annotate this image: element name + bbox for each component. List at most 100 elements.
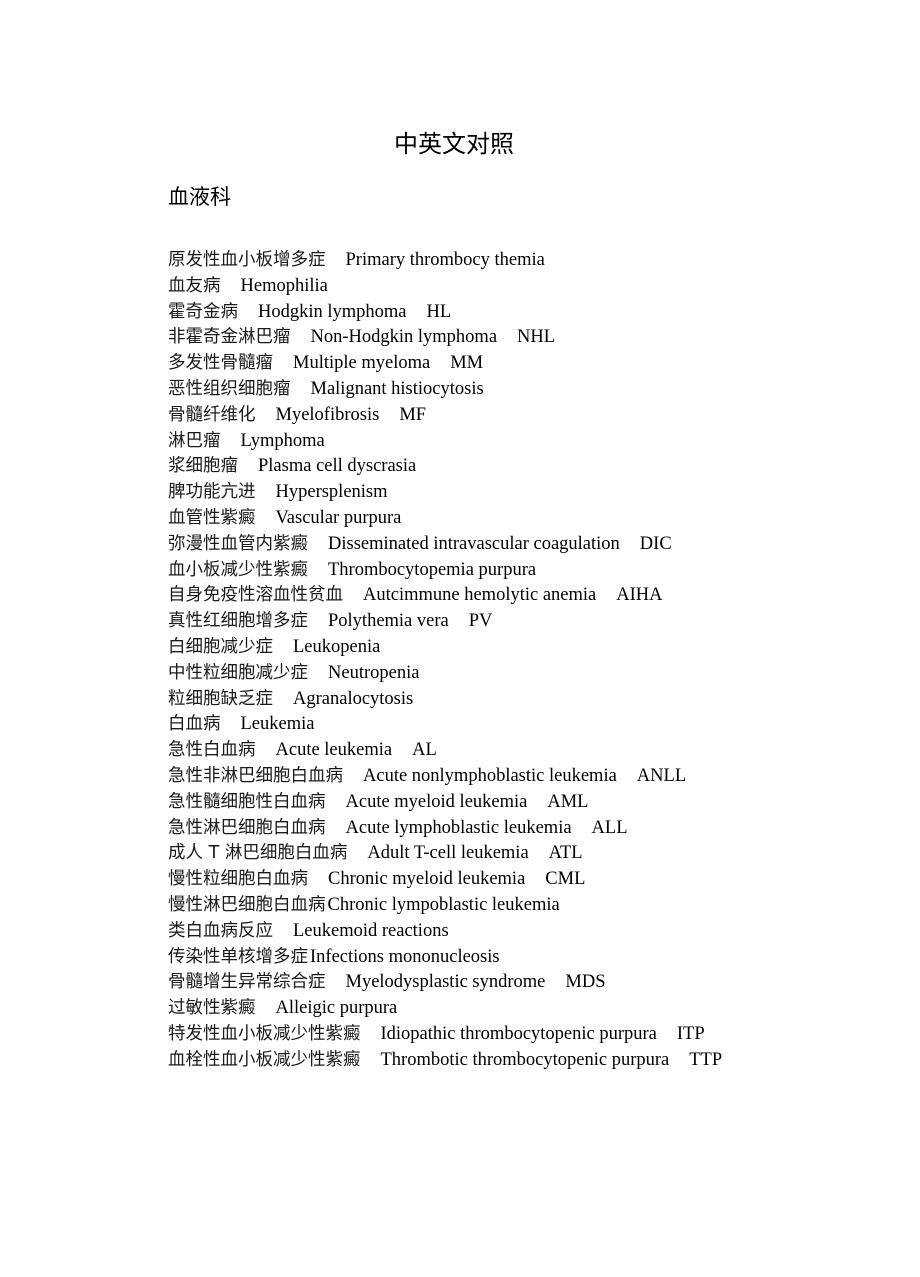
term-chinese: 非霍奇金淋巴瘤: [168, 327, 291, 348]
term-chinese: 血小板减少性紫癜: [168, 559, 308, 580]
term-english: Myelofibrosis: [275, 404, 380, 425]
term-english: Lymphoma: [240, 430, 325, 451]
term-entry: 原发性血小板增多症 Primary thrombocy themia: [168, 248, 722, 274]
term-english: Leukemoid reactions: [293, 920, 449, 941]
term-chinese: 浆细胞瘤: [168, 456, 238, 477]
term-entry: 自身免疫性溶血性贫血 Autcimmune hemolytic anemia AIH…: [168, 583, 722, 609]
term-chinese: 急性非淋巴细胞白血病: [168, 765, 343, 786]
term-chinese: 淋巴瘤: [168, 430, 221, 451]
term-entry: 恶性组织细胞瘤 Malignant histiocytosis: [168, 377, 722, 403]
term-english: Adult T-cell leukemia: [367, 843, 529, 864]
term-entry: 血友病 Hemophilia: [168, 274, 722, 300]
term-chinese: 血友病: [168, 275, 221, 296]
term-abbreviation: ALL: [591, 817, 628, 838]
term-english: Infections mononucleosis: [310, 946, 500, 967]
term-abbreviation: HL: [426, 301, 452, 322]
term-list: 原发性血小板增多症 Primary thrombocy themia 血友病 Hemo…: [168, 248, 722, 1074]
term-abbreviation: AIHA: [616, 585, 663, 606]
term-chinese: 急性淋巴细胞白血病: [168, 817, 326, 838]
term-abbreviation: CML: [545, 869, 586, 890]
term-entry: 慢性淋巴细胞白血病 Chronic lympoblastic leukemia: [168, 893, 722, 919]
term-english: Chronic lympoblastic leukemia: [327, 894, 560, 915]
term-english: Hemophilia: [240, 275, 328, 296]
term-english: Acute nonlymphoblastic leukemia: [363, 765, 617, 786]
term-english: Idiopathic thrombocytopenic purpura: [380, 1023, 657, 1044]
term-chinese: 骨髓纤维化: [168, 404, 256, 425]
term-english: Vascular purpura: [275, 507, 402, 528]
term-english: Chronic myeloid leukemia: [328, 869, 526, 890]
term-chinese: 霍奇金病: [168, 301, 238, 322]
term-english: Non-Hodgkin lymphoma: [310, 327, 498, 348]
term-english: Myelodysplastic syndrome: [345, 972, 546, 993]
term-abbreviation: NHL: [517, 327, 556, 348]
term-abbreviation: ITP: [676, 1023, 705, 1044]
term-english: Plasma cell dyscrasia: [258, 456, 417, 477]
term-entry: 多发性骨髓瘤 Multiple myeloma MM: [168, 351, 722, 377]
term-entry: 急性非淋巴细胞白血病 Acute nonlymphoblastic leukemi…: [168, 764, 722, 790]
term-english: Disseminated intravascular coagulation: [328, 533, 620, 554]
term-entry: 真性红细胞增多症 Polythemia vera PV: [168, 609, 722, 635]
term-abbreviation: MM: [450, 353, 484, 374]
term-english: Polythemia vera: [328, 611, 449, 632]
term-chinese: 成人 T 淋巴细胞白血病: [168, 843, 348, 864]
term-english: Thrombocytopemia purpura: [328, 559, 537, 580]
term-chinese: 血管性紫癜: [168, 507, 256, 528]
term-english: Thrombotic thrombocytopenic purpura: [380, 1049, 670, 1070]
term-chinese: 传染性单核增多症: [168, 946, 308, 967]
term-english: Acute leukemia: [275, 740, 393, 761]
term-entry: 慢性粒细胞白血病 Chronic myeloid leukemia CML: [168, 867, 722, 893]
term-english: Agranalocytosis: [293, 688, 414, 709]
term-entry: 骨髓纤维化 Myelofibrosis MF: [168, 403, 722, 429]
term-entry: 传染性单核增多症 Infections mononucleosis: [168, 945, 722, 971]
term-entry: 中性粒细胞减少症 Neutropenia: [168, 661, 722, 687]
term-abbreviation: AML: [547, 791, 589, 812]
term-chinese: 血栓性血小板减少性紫癜: [168, 1049, 361, 1070]
term-abbreviation: AL: [412, 740, 437, 761]
term-entry: 白细胞减少症 Leukopenia: [168, 635, 722, 661]
term-entry: 急性髓细胞性白血病 Acute myeloid leukemia AML: [168, 790, 722, 816]
term-entry: 弥漫性血管内紫癜 Disseminated intravascular coagu…: [168, 532, 722, 558]
term-chinese: 慢性粒细胞白血病: [168, 869, 308, 890]
term-chinese: 骨髓增生异常综合症: [168, 972, 326, 993]
term-entry: 血小板减少性紫癜 Thrombocytopemia purpura: [168, 558, 722, 584]
term-entry: 类白血病反应 Leukemoid reactions: [168, 919, 722, 945]
term-chinese: 多发性骨髓瘤: [168, 353, 273, 374]
term-abbreviation: DIC: [639, 533, 672, 554]
term-chinese: 原发性血小板增多症: [168, 250, 326, 270]
term-abbreviation: MF: [399, 404, 427, 425]
term-english: Leukopenia: [293, 636, 381, 657]
term-entry: 非霍奇金淋巴瘤 Non-Hodgkin lymphoma NHL: [168, 325, 722, 351]
term-english: Acute myeloid leukemia: [345, 791, 528, 812]
term-abbreviation: ATL: [548, 843, 583, 864]
term-entry: 血管性紫癜 Vascular purpura: [168, 506, 722, 532]
term-entry: 急性淋巴细胞白血病 Acute lymphoblastic leukemia ALL: [168, 816, 722, 842]
term-english: Multiple myeloma: [293, 353, 431, 374]
term-chinese: 恶性组织细胞瘤: [168, 378, 291, 399]
term-entry: 淋巴瘤 Lymphoma: [168, 429, 722, 455]
term-chinese: 白血病: [168, 714, 221, 735]
term-english: Acute lymphoblastic leukemia: [345, 817, 572, 838]
term-english: Primary thrombocy themia: [345, 250, 545, 270]
term-english: Autcimmune hemolytic anemia: [363, 585, 597, 606]
page-title: 中英文对照: [394, 130, 514, 158]
term-chinese: 急性髓细胞性白血病: [168, 791, 326, 812]
term-english: Hodgkin lymphoma: [258, 301, 407, 322]
term-entry: 白血病 Leukemia: [168, 712, 722, 738]
term-chinese: 真性红细胞增多症: [168, 611, 308, 632]
term-entry: 脾功能亢进 Hypersplenism: [168, 480, 722, 506]
term-chinese: 类白血病反应: [168, 920, 273, 941]
section-heading: 血液科: [168, 185, 231, 209]
term-entry: 骨髓增生异常综合症 Myelodysplastic syndrome MDS: [168, 970, 722, 996]
term-english: Neutropenia: [328, 662, 420, 683]
term-english: Hypersplenism: [275, 482, 388, 503]
term-chinese: 自身免疫性溶血性贫血: [168, 585, 343, 606]
term-chinese: 弥漫性血管内紫癜: [168, 533, 308, 554]
term-abbreviation: TTP: [689, 1049, 723, 1070]
term-entry: 霍奇金病 Hodgkin lymphoma HL: [168, 300, 722, 326]
term-chinese: 中性粒细胞减少症: [168, 662, 308, 683]
term-abbreviation: ANLL: [636, 765, 687, 786]
term-entry: 浆细胞瘤 Plasma cell dyscrasia: [168, 454, 722, 480]
term-entry: 成人 T 淋巴细胞白血病 Adult T-cell leukemia ATL: [168, 841, 722, 867]
term-chinese: 粒细胞缺乏症: [168, 688, 273, 709]
term-english: Alleigic purpura: [275, 998, 398, 1019]
